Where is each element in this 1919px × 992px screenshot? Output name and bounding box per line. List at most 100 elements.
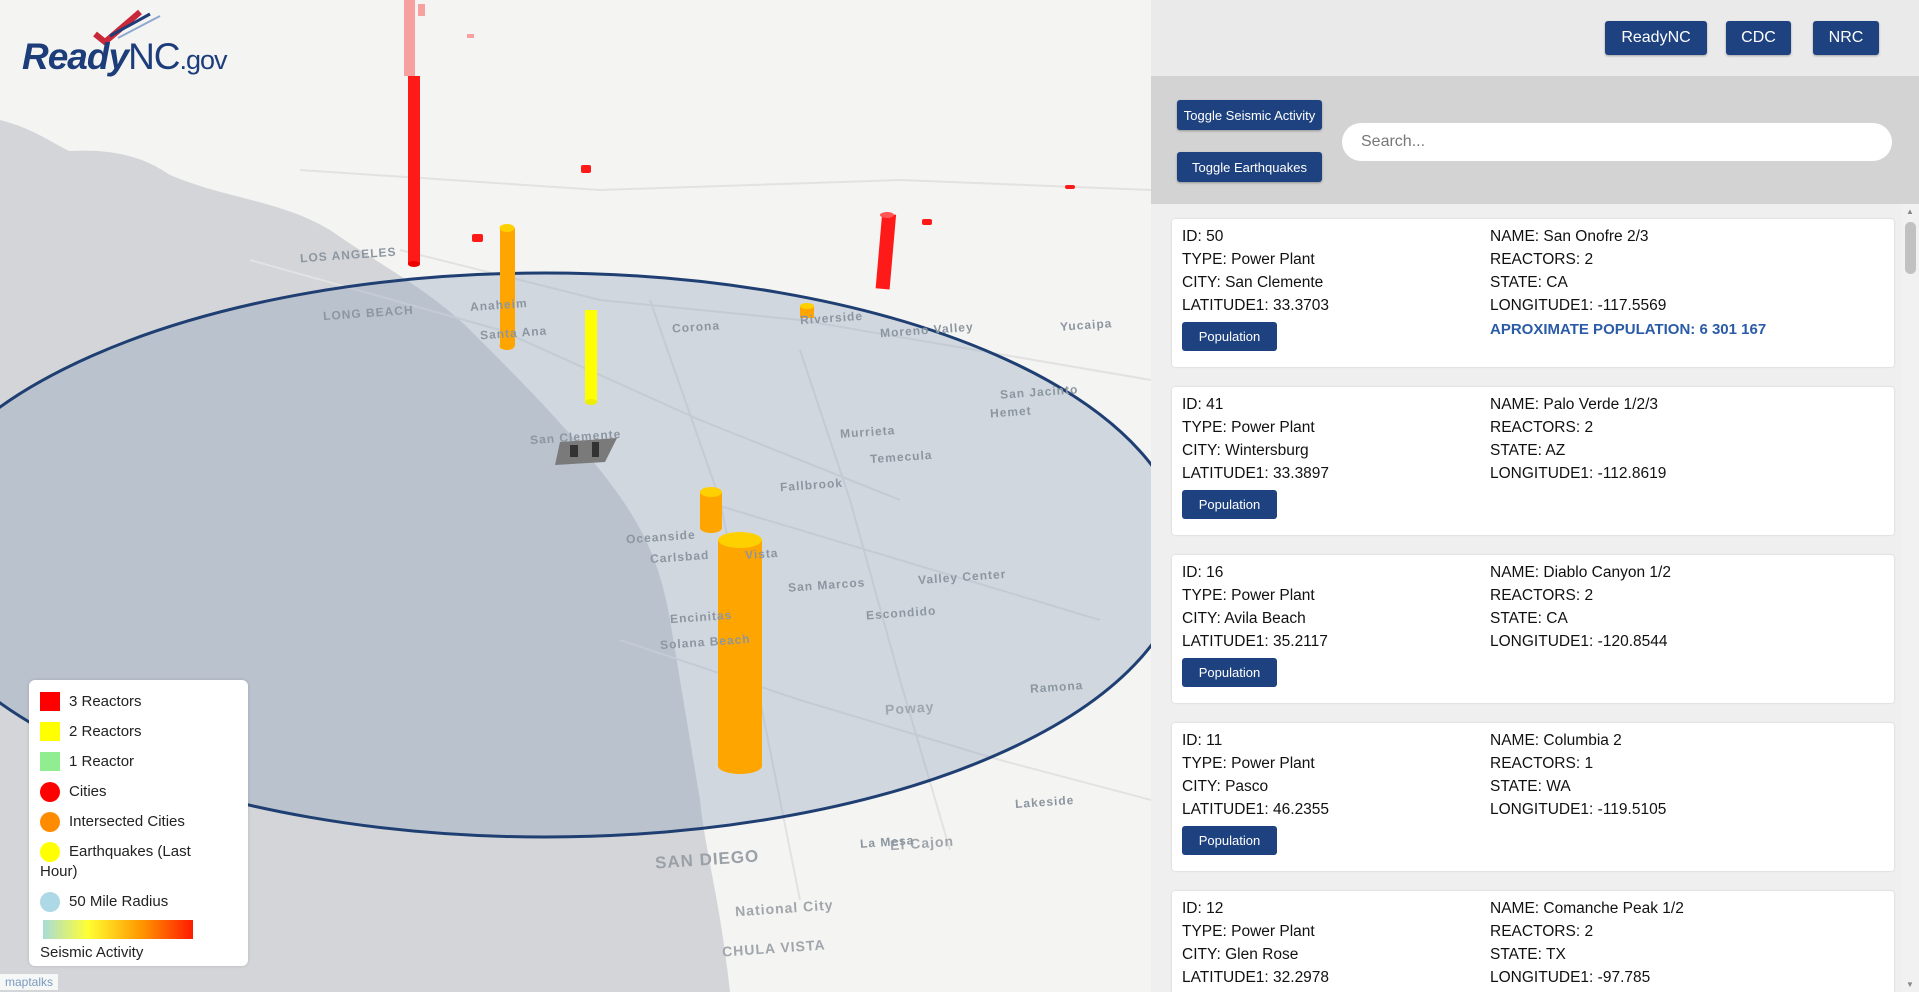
field-value: Wintersburg [1225, 442, 1309, 459]
field-label: STATE: [1490, 610, 1542, 627]
field-label: ID: [1182, 396, 1202, 413]
field-value: Glen Rose [1225, 946, 1299, 963]
plant-field-id: ID: 41 [1182, 396, 1223, 414]
field-value: 16 [1206, 564, 1224, 581]
field-value: 2 [1584, 419, 1594, 436]
population-button[interactable]: Population [1182, 658, 1277, 687]
field-label: NAME: [1490, 228, 1540, 245]
plant-field-reactors: REACTORS: 2 [1490, 923, 1593, 941]
field-value: San Onofre 2/3 [1543, 228, 1649, 245]
field-label: LATITUDE1: [1182, 297, 1269, 314]
plant-field-id: ID: 16 [1182, 564, 1223, 582]
field-value: 11 [1206, 732, 1223, 749]
plant-field-lat: LATITUDE1: 35.2117 [1182, 633, 1328, 651]
nav-nrc-button[interactable]: NRC [1813, 21, 1879, 55]
field-value: WA [1546, 778, 1571, 795]
legend-circle-icon [40, 782, 60, 802]
scroll-up-icon[interactable]: ▲ [1906, 207, 1914, 216]
map-attribution[interactable]: maptalks [0, 974, 59, 990]
approximate-population: APROXIMATE POPULATION: 6 301 167 [1490, 321, 1766, 338]
map-place-label: Vista [744, 545, 779, 563]
plant-field-name: NAME: San Onofre 2/3 [1490, 228, 1649, 246]
readync-logo[interactable]: ReadyNC.gov [10, 6, 228, 77]
plant-field-state: STATE: CA [1490, 610, 1568, 628]
plant-field-type: TYPE: Power Plant [1182, 923, 1315, 941]
field-value: Comanche Peak 1/2 [1543, 900, 1684, 917]
field-value: 2 [1584, 923, 1594, 940]
population-value: 6 301 167 [1699, 321, 1767, 338]
plant-card[interactable]: ID: 41 TYPE: Power Plant CITY: Wintersburg… [1172, 387, 1894, 535]
plant-card[interactable]: ID: 16 TYPE: Power Plant CITY: Avila Beach… [1172, 555, 1894, 703]
field-value: TX [1546, 946, 1566, 963]
legend-item-label: Cities [69, 783, 107, 800]
field-value: 32.2978 [1273, 969, 1330, 986]
field-label: TYPE: [1182, 419, 1227, 436]
population-button[interactable]: Population [1182, 826, 1277, 855]
plant-card[interactable]: ID: 50 TYPE: Power Plant CITY: San Clement… [1172, 219, 1894, 367]
field-value: Power Plant [1231, 923, 1315, 940]
nav-readync-button[interactable]: ReadyNC [1605, 21, 1707, 55]
field-value: San Clemente [1225, 274, 1324, 291]
field-label: NAME: [1490, 396, 1540, 413]
toggle-earthquakes-button[interactable]: Toggle Earthquakes [1177, 152, 1322, 182]
field-label: ID: [1182, 228, 1202, 245]
seismic-gradient [43, 920, 193, 939]
scrollbar[interactable]: ▲ ▼ [1902, 204, 1919, 992]
plant-field-city: CITY: Glen Rose [1182, 946, 1298, 964]
field-label: NAME: [1490, 564, 1540, 581]
field-value: Avila Beach [1224, 610, 1306, 627]
city-markers-small[interactable] [418, 4, 1075, 242]
field-label: NAME: [1490, 732, 1540, 749]
map-view[interactable]: LOS ANGELES LONG BEACH Anaheim Santa Ana Cor… [0, 0, 1151, 992]
legend-square-icon [40, 692, 60, 711]
city-column-red-riverside[interactable] [875, 212, 897, 290]
field-label: TYPE: [1182, 923, 1227, 940]
plant-list[interactable]: ID: 50 TYPE: Power Plant CITY: San Clement… [1151, 204, 1919, 992]
field-value: -112.8619 [1597, 465, 1667, 482]
scrollbar-thumb[interactable] [1905, 222, 1916, 274]
legend-item: 50 Mile Radius [40, 892, 168, 912]
population-label: APROXIMATE POPULATION: [1490, 321, 1696, 338]
city-column-orange-oceanside[interactable] [700, 487, 722, 533]
field-label: REACTORS: [1490, 923, 1581, 940]
legend-item: 1 Reactor [40, 752, 134, 771]
toggle-seismic-button[interactable]: Toggle Seismic Activity [1177, 100, 1322, 130]
nav-cdc-button[interactable]: CDC [1726, 21, 1791, 55]
legend-item: Intersected Cities [40, 812, 185, 832]
field-label: STATE: [1490, 946, 1542, 963]
field-value: Power Plant [1231, 251, 1315, 268]
field-label: LONGITUDE1: [1490, 297, 1594, 314]
field-label: TYPE: [1182, 755, 1227, 772]
legend-square-icon [40, 752, 60, 771]
city-column-orange-sandiego[interactable] [718, 532, 762, 774]
plant-field-reactors: REACTORS: 2 [1490, 251, 1593, 269]
plant-field-city: CITY: San Clemente [1182, 274, 1323, 292]
field-value: -120.8544 [1597, 633, 1668, 650]
legend-circle-icon [40, 812, 60, 832]
plant-card[interactable]: ID: 11 TYPE: Power Plant CITY: Pasco LATITU… [1172, 723, 1894, 871]
city-column-red-la[interactable] [404, 0, 420, 267]
scroll-down-icon[interactable]: ▼ [1906, 980, 1914, 989]
field-value: Pasco [1225, 778, 1269, 795]
plant-field-lon: LONGITUDE1: -112.8619 [1490, 465, 1666, 483]
field-value: Palo Verde 1/2/3 [1543, 396, 1659, 413]
earthquake-column-yellow[interactable] [585, 310, 597, 405]
field-value: -97.785 [1597, 969, 1651, 986]
field-label: LONGITUDE1: [1490, 969, 1594, 986]
plant-field-name: NAME: Comanche Peak 1/2 [1490, 900, 1684, 918]
field-label: LATITUDE1: [1182, 465, 1269, 482]
top-nav-bar: ReadyNC CDC NRC [1151, 0, 1919, 76]
plant-field-lon: LONGITUDE1: -119.5105 [1490, 801, 1666, 819]
search-input[interactable] [1342, 123, 1892, 161]
plant-field-city: CITY: Wintersburg [1182, 442, 1309, 460]
plant-field-lat: LATITUDE1: 33.3897 [1182, 465, 1329, 483]
field-value: 1 [1584, 755, 1594, 772]
plant-field-lat: LATITUDE1: 33.3703 [1182, 297, 1329, 315]
population-button[interactable]: Population [1182, 490, 1277, 519]
plant-card[interactable]: ID: 12 TYPE: Power Plant CITY: Glen Rose LA… [1172, 891, 1894, 992]
field-value: Power Plant [1231, 755, 1315, 772]
field-value: 33.3703 [1273, 297, 1330, 314]
population-button[interactable]: Population [1182, 322, 1277, 351]
plant-field-reactors: REACTORS: 1 [1490, 755, 1593, 773]
legend-item-label: Intersected Cities [69, 813, 185, 830]
